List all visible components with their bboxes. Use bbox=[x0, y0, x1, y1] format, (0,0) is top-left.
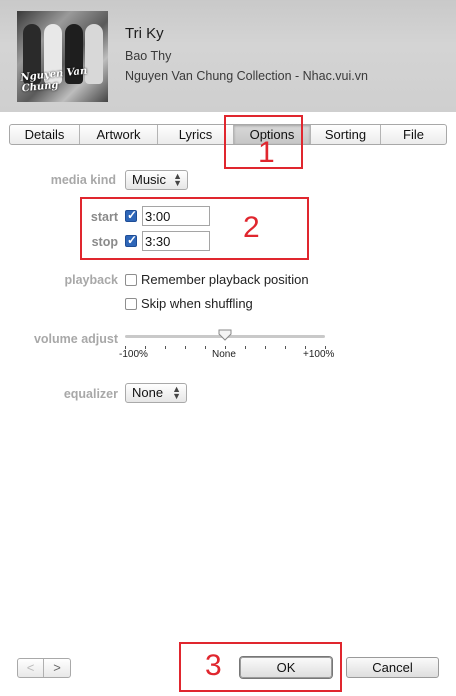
stop-checkbox[interactable] bbox=[125, 233, 137, 247]
updown-arrows-icon: ▲ ▼ bbox=[172, 384, 181, 401]
volume-max-label: +100% bbox=[303, 349, 335, 360]
ok-button[interactable]: OK bbox=[240, 657, 332, 678]
track-navigation: < > bbox=[17, 658, 71, 678]
album-artwork: Nguyen Van Chung bbox=[17, 11, 108, 102]
slider-tick bbox=[285, 346, 286, 349]
slider-tick bbox=[185, 346, 186, 349]
volume-min-label: -100% bbox=[119, 349, 148, 360]
track-header: Nguyen Van Chung Tri Ky Bao Thy Nguyen V… bbox=[0, 0, 456, 112]
track-album: Nguyen Van Chung Collection - Nhac.vui.v… bbox=[125, 69, 368, 83]
media-kind-label: media kind bbox=[50, 173, 116, 187]
media-kind-select[interactable]: Music ▲ ▼ bbox=[125, 170, 188, 190]
slider-tick bbox=[165, 346, 166, 349]
stop-time-input[interactable] bbox=[142, 231, 210, 251]
equalizer-select[interactable]: None ▲ ▼ bbox=[125, 383, 187, 403]
annotation-number-1: 1 bbox=[258, 136, 275, 169]
equalizer-value: None bbox=[132, 385, 164, 400]
next-track-button[interactable]: > bbox=[44, 659, 70, 677]
remember-position-checkbox[interactable] bbox=[125, 274, 137, 286]
tab-details[interactable]: Details bbox=[10, 125, 80, 144]
tab-artwork[interactable]: Artwork bbox=[80, 125, 158, 144]
tab-sorting[interactable]: Sorting bbox=[311, 125, 381, 144]
updown-arrows-icon: ▲ ▼ bbox=[173, 171, 182, 188]
annotation-number-2: 2 bbox=[243, 211, 260, 244]
stop-label: stop bbox=[91, 235, 118, 249]
skip-shuffle-label: Skip when shuffling bbox=[141, 296, 253, 311]
annotation-number-3: 3 bbox=[205, 649, 222, 682]
volume-mid-label: None bbox=[212, 349, 236, 360]
tab-file[interactable]: File bbox=[381, 125, 446, 144]
tab-lyrics[interactable]: Lyrics bbox=[158, 125, 234, 144]
previous-track-button[interactable]: < bbox=[18, 659, 44, 677]
cancel-button[interactable]: Cancel bbox=[346, 657, 439, 678]
volume-slider-thumb[interactable] bbox=[218, 329, 232, 341]
remember-position-label: Remember playback position bbox=[141, 272, 309, 287]
start-checkbox[interactable] bbox=[125, 208, 137, 222]
track-title: Tri Ky bbox=[125, 25, 164, 42]
slider-tick bbox=[265, 346, 266, 349]
equalizer-label: equalizer bbox=[63, 387, 118, 401]
slider-tick bbox=[245, 346, 246, 349]
playback-label: playback bbox=[64, 273, 118, 287]
slider-tick bbox=[205, 346, 206, 349]
skip-shuffle-checkbox[interactable] bbox=[125, 298, 137, 310]
start-time-input[interactable] bbox=[142, 206, 210, 226]
track-artist: Bao Thy bbox=[125, 49, 172, 63]
start-label: start bbox=[90, 210, 118, 224]
volume-adjust-label: volume adjust bbox=[33, 332, 118, 346]
media-kind-value: Music bbox=[132, 172, 166, 187]
